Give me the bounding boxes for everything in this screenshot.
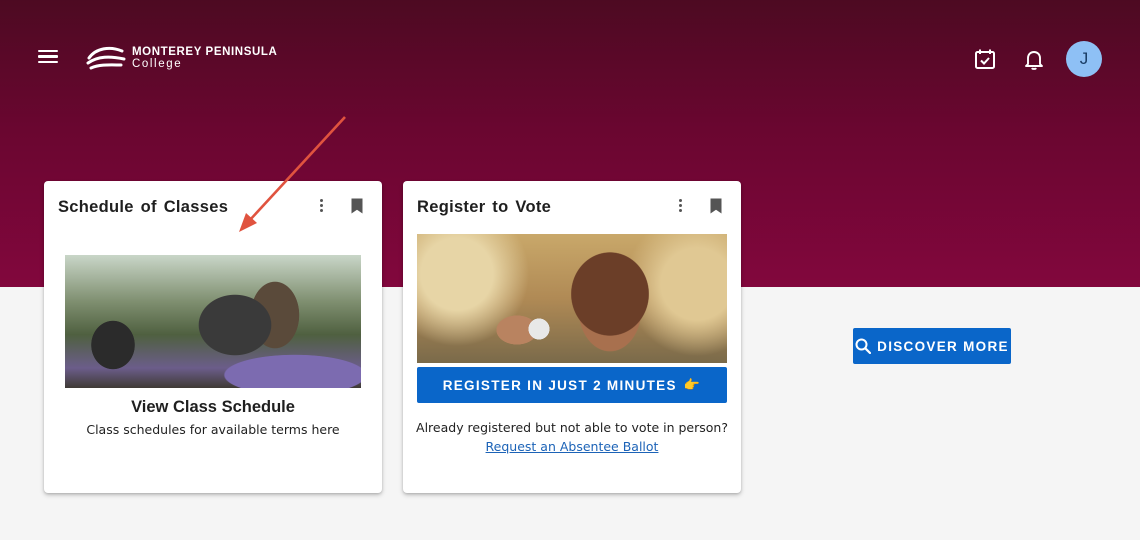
logo-title: MONTEREY PENINSULA [132, 45, 278, 58]
pointing-hand-icon: 👉 [683, 377, 702, 392]
bookmark-icon[interactable] [350, 198, 364, 214]
register-button-label: REGISTER IN JUST 2 MINUTES [442, 377, 677, 393]
discover-more-label: DISCOVER MORE [877, 338, 1009, 354]
register-to-vote-card: Register to Vote REGISTER IN JUST 2 MINU… [403, 181, 741, 493]
voter-photo [417, 234, 727, 363]
bookmark-icon[interactable] [709, 198, 723, 214]
students-photo[interactable] [65, 255, 361, 388]
wave-logo-icon [86, 46, 126, 70]
schedule-of-classes-card: Schedule of Classes View Class Schedule … [44, 181, 382, 493]
college-logo[interactable]: MONTEREY PENINSULA College [86, 42, 277, 74]
discover-more-button[interactable]: DISCOVER MORE [853, 328, 1011, 364]
bell-icon[interactable] [1022, 47, 1046, 71]
absentee-ballot-link[interactable]: Request an Absentee Ballot [403, 439, 741, 454]
card-description: Class schedules for available terms here [86, 422, 340, 437]
register-button[interactable]: REGISTER IN JUST 2 MINUTES 👉 [417, 367, 727, 403]
more-vert-icon[interactable] [672, 197, 688, 215]
absentee-prompt-text: Already registered but not able to vote … [416, 420, 728, 435]
card-title: Register to Vote [417, 198, 552, 216]
more-vert-icon[interactable] [313, 197, 329, 215]
logo-subtitle: College [132, 58, 183, 70]
card-title: Schedule of Classes [58, 198, 229, 216]
search-icon [855, 338, 872, 354]
avatar-initial: J [1079, 49, 1089, 68]
view-class-schedule-link[interactable]: View Class Schedule [44, 398, 382, 417]
calendar-check-icon[interactable] [973, 47, 997, 71]
user-avatar[interactable]: J [1066, 41, 1102, 77]
hamburger-menu-button[interactable] [36, 47, 60, 71]
